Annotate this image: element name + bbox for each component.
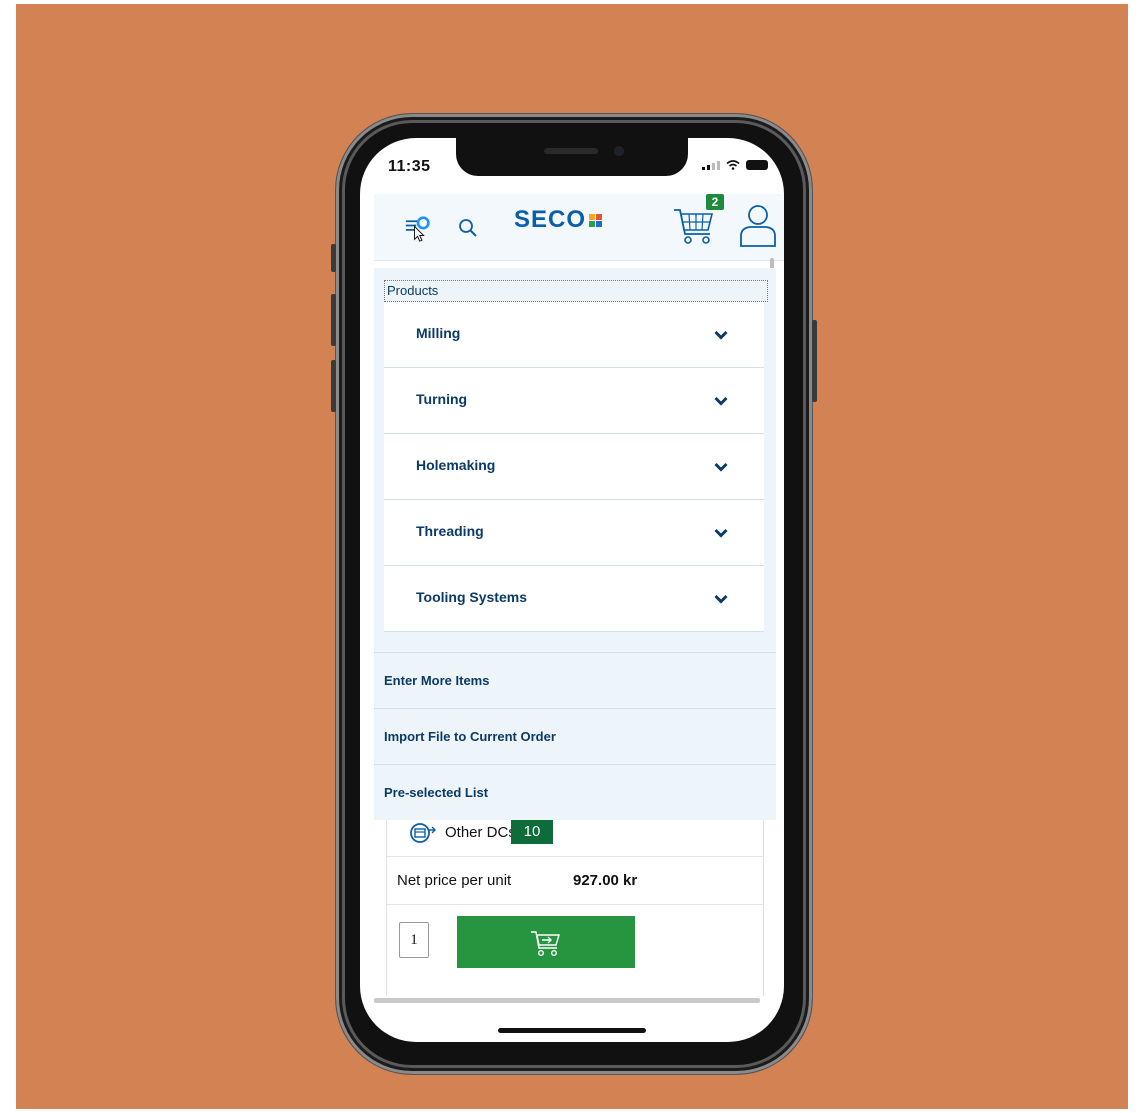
products-menu-panel: Products Milling Turning Holemaking Thre… — [374, 268, 776, 820]
menu-link-label: Enter More Items — [384, 673, 490, 688]
chevron-down-icon[interactable] — [714, 594, 728, 604]
user-icon[interactable] — [738, 202, 778, 248]
front-camera — [614, 146, 624, 156]
logo-text: SECO — [514, 206, 587, 233]
stock-count-badge: 10 — [511, 820, 553, 844]
menu-link-pre-selected-list[interactable]: Pre-selected List — [374, 764, 776, 820]
wifi-icon — [726, 160, 740, 170]
status-time: 11:35 — [388, 158, 431, 175]
status-icons — [702, 160, 768, 170]
product-card: Other DCs 10 Net price per unit 927.00 k… — [386, 820, 764, 996]
category-item-holemaking[interactable]: Holemaking — [384, 434, 764, 500]
quantity-input[interactable]: 1 — [399, 922, 429, 958]
category-list: Milling Turning Holemaking Threading Too… — [384, 302, 764, 632]
menu-link-import-file[interactable]: Import File to Current Order — [374, 708, 776, 764]
cart-add-icon — [531, 931, 560, 957]
seco-logo[interactable]: SECO — [514, 206, 603, 234]
silent-switch — [331, 244, 336, 272]
power-button — [812, 320, 817, 402]
chevron-down-icon[interactable] — [714, 330, 728, 340]
logo-squares — [589, 213, 603, 227]
category-item-turning[interactable]: Turning — [384, 368, 764, 434]
phone-screen: 11:35 SECO 2 Products Milling Turning Ho… — [360, 138, 784, 1042]
category-label: Holemaking — [416, 457, 496, 473]
category-label: Turning — [416, 391, 468, 407]
warehouse-icon — [410, 823, 436, 843]
battery-icon — [746, 160, 768, 170]
stock-row: Other DCs 10 — [387, 820, 763, 857]
chevron-down-icon[interactable] — [714, 462, 728, 472]
site-header: SECO 2 — [374, 194, 784, 261]
menu-link-enter-more-items[interactable]: Enter More Items — [374, 652, 776, 708]
category-item-tooling-systems[interactable]: Tooling Systems — [384, 566, 764, 632]
price-label: Net price per unit — [397, 872, 512, 889]
signal-icon — [702, 160, 720, 170]
menu-icon[interactable] — [402, 216, 434, 242]
price-row: Net price per unit 927.00 kr — [387, 856, 763, 905]
volume-down-button — [331, 360, 336, 412]
category-item-threading[interactable]: Threading — [384, 500, 764, 566]
category-label: Threading — [416, 523, 484, 539]
notch — [456, 138, 688, 176]
speaker — [544, 148, 598, 154]
home-indicator[interactable] — [498, 1028, 646, 1033]
search-icon[interactable] — [458, 218, 478, 238]
chevron-down-icon[interactable] — [714, 528, 728, 538]
add-to-cart-button[interactable] — [457, 916, 635, 968]
horizontal-scrollbar[interactable] — [374, 998, 760, 1003]
volume-up-button — [331, 294, 336, 346]
products-menu-label[interactable]: Products — [384, 280, 768, 302]
menu-link-label: Import File to Current Order — [384, 729, 556, 744]
cart-count-badge: 2 — [706, 194, 724, 210]
category-item-milling[interactable]: Milling — [384, 302, 764, 368]
category-label: Tooling Systems — [416, 589, 527, 605]
category-label: Milling — [416, 325, 461, 341]
chevron-down-icon[interactable] — [714, 396, 728, 406]
menu-link-label: Pre-selected List — [384, 785, 489, 800]
stock-label: Other DCs — [445, 824, 516, 841]
price-value: 927.00 kr — [573, 872, 638, 889]
